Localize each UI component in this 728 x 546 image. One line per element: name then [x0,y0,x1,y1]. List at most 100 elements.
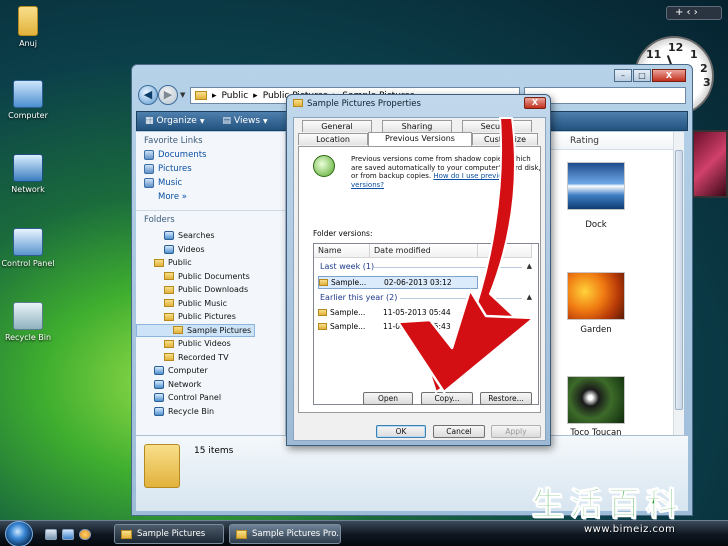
folder-icon [144,444,180,488]
folder-icon [164,353,174,362]
taskbar-item-sample-pictures[interactable]: Sample Pictures [114,524,224,544]
views-button[interactable]: ▤ Views ▼ [222,116,267,126]
desktop-icon-anuj[interactable]: Anuj [0,6,60,48]
organize-button[interactable]: ▦ Organize ▼ [145,116,204,126]
tab-customize[interactable]: Customize [472,133,538,145]
more-links-button[interactable]: More » [136,190,285,204]
collapse-arrow-icon[interactable]: ▲ [527,293,532,301]
breadcrumb-separator-icon: ▸ [212,90,217,101]
tree-item-public-music[interactable]: Public Music [136,297,285,311]
tree-item-network[interactable]: Network [136,378,285,392]
computer-icon [154,366,164,376]
cancel-button[interactable]: Cancel [433,425,485,438]
folders-title[interactable]: Folders [136,210,285,227]
desktop-icon-network[interactable]: Network [0,154,60,194]
breadcrumb-public[interactable]: Public [222,91,249,101]
tab-location[interactable]: Location [298,133,368,145]
forward-button[interactable]: ▶ [158,85,178,105]
tree-item-public-videos[interactable]: Public Videos [136,337,285,351]
taskbar-item-label: Sample Pictures Pro... [252,529,341,539]
ok-button[interactable]: OK [376,425,426,438]
tree-item-sample-pictures[interactable]: Sample Pictures [136,323,255,337]
open-button[interactable]: Open [363,392,413,405]
tree-item-control-panel[interactable]: Control Panel [136,391,285,405]
taskbar-item-sample-pictures-properties[interactable]: Sample Pictures Pro... [229,524,341,544]
properties-dialog: Sample Pictures Properties X General Sha… [286,94,551,446]
column-header-name[interactable]: Name [314,244,370,258]
recycle-bin-icon [13,302,43,330]
collapse-arrow-icon[interactable]: ▲ [527,262,532,270]
tree-item-public-downloads[interactable]: Public Downloads [136,283,285,297]
control-panel-icon [154,393,164,403]
thumbnail-label: Garden [580,325,612,335]
tab-security[interactable]: Security [462,120,532,132]
restore-button[interactable]: Restore... [480,392,532,405]
back-button[interactable]: ◀ [138,85,158,105]
desktop-icon-recycle-bin[interactable]: Recycle Bin [0,302,60,342]
show-desktop-icon[interactable] [45,529,57,540]
breadcrumb-separator-icon: ▸ [253,90,258,101]
tree-item-label: Network [168,379,202,389]
version-row[interactable]: Sample... 02-06-2013 03:12 [318,276,478,289]
version-date: 02-06-2013 03:12 [384,278,452,287]
favorite-link-pictures[interactable]: Pictures [136,162,285,176]
column-header-date-modified[interactable]: Date modified [370,244,478,258]
tree-item-public-documents[interactable]: Public Documents [136,270,285,284]
details-pane: 15 items [136,435,688,511]
folder-icon [164,299,174,308]
window-controls: – □ X [614,69,686,82]
apply-button[interactable]: Apply [491,425,541,438]
tree-item-public[interactable]: Public [136,256,285,270]
tree-item-recorded-tv[interactable]: Recorded TV [136,351,285,365]
thumbnail-toco-toucan[interactable] [567,376,625,424]
recent-pages-dropdown-icon[interactable]: ▼ [180,91,185,99]
column-header-rating[interactable]: Rating [570,136,599,146]
tree-item-searches[interactable]: Searches [136,229,285,243]
tree-item-public-pictures[interactable]: Public Pictures [136,310,285,324]
folder-icon [121,529,132,539]
views-icon: ▤ [222,116,231,126]
chevron-down-icon: ▼ [263,117,268,125]
group-divider [374,267,522,268]
tab-general[interactable]: General [302,120,372,132]
slideshow-gadget[interactable] [692,130,728,198]
tree-item-computer[interactable]: Computer [136,364,285,378]
tree-item-videos[interactable]: Videos [136,243,285,257]
tab-previous-versions[interactable]: Previous Versions [368,132,472,146]
desktop-icon-label: Recycle Bin [4,333,52,342]
tree-item-recycle-bin[interactable]: Recycle Bin [136,405,285,419]
tree-item-label: Control Panel [168,393,222,403]
more-label: More [158,192,180,202]
favorite-link-documents[interactable]: Documents [136,148,285,162]
version-row[interactable]: Sample... 11-05-2013 05:43 [318,320,478,333]
scrollbar-thumb[interactable] [675,150,683,410]
gadget-controls[interactable]: + ‹ › [666,6,722,20]
maximize-button[interactable]: □ [633,69,651,82]
version-name: Sample... [331,278,367,287]
start-button[interactable] [5,521,33,546]
version-row[interactable]: Sample... 11-05-2013 05:44 [318,306,478,319]
dialog-close-button[interactable]: X [524,97,546,109]
browser-icon[interactable] [79,529,91,540]
tree-item-label: Public [168,258,192,268]
tab-sharing[interactable]: Sharing [382,120,452,132]
favorite-link-label: Documents [158,150,207,160]
thumbnail-garden[interactable] [567,272,625,320]
group-header-last-week[interactable]: Last week (1) [320,262,374,271]
folder-icon [164,285,174,294]
copy-button[interactable]: Copy... [421,392,473,405]
desktop-icon-label: Computer [8,111,48,120]
close-button[interactable]: X [652,69,686,82]
restore-clock-icon [313,155,335,177]
group-header-earlier-this-year[interactable]: Earlier this year (2) [320,293,397,302]
vertical-scrollbar[interactable] [673,132,684,436]
clock-numeral: 1 [690,48,698,61]
desktop-icon-control-panel[interactable]: Control Panel [0,228,60,268]
minimize-button[interactable]: – [614,69,632,82]
desktop-icon-computer[interactable]: Computer [0,80,60,120]
thumbnail-dock[interactable] [567,162,625,210]
views-label: Views [233,116,261,126]
navigation-pane: Favorite Links Documents Pictures Music … [136,132,286,436]
switch-windows-icon[interactable] [62,529,74,540]
favorite-link-music[interactable]: Music [136,176,285,190]
